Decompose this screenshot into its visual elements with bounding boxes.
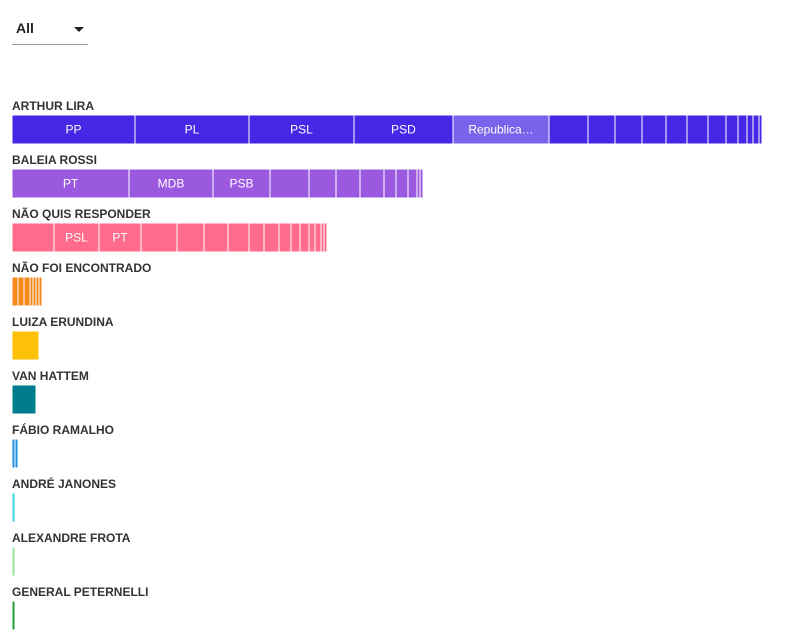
candidate-label: FÁBIO RAMALHO — [12, 422, 114, 437]
bar-segment[interactable] — [299, 222, 310, 253]
bar-segment[interactable] — [11, 330, 40, 361]
segment-label: PSB — [229, 177, 253, 191]
candidate-label: ALEXANDRE FROTA — [12, 531, 131, 545]
segment-label: PP — [65, 123, 81, 137]
candidate-label: VAN HATTEM — [12, 369, 89, 383]
candidate-label: BALEIA ROSSI — [12, 153, 97, 167]
bar-segment[interactable] — [737, 114, 748, 145]
segment-label: PSD — [391, 123, 416, 137]
bar-row: FÁBIO RAMALHO — [11, 422, 114, 469]
bar-row: NÃO QUIS RESPONDER PSL PT — [11, 206, 328, 253]
bar-row: NÃO FOI ENCONTRADO — [11, 260, 151, 307]
segment-label: PSL — [65, 231, 88, 245]
bar-segment[interactable] — [641, 114, 667, 145]
bar-segment[interactable] — [335, 168, 361, 199]
bar-segment[interactable] — [395, 168, 409, 199]
bar-segment[interactable] — [419, 168, 424, 199]
bar-segment[interactable] — [548, 114, 589, 145]
bar-segment[interactable] — [707, 114, 727, 145]
segment-label: PT — [112, 231, 128, 245]
bar-segment[interactable] — [269, 168, 310, 199]
bar-row: LUIZA ERUNDINA — [11, 315, 114, 361]
bar-segment[interactable] — [227, 222, 250, 253]
candidate-label: LUIZA ERUNDINA — [12, 315, 114, 329]
segment-label: PT — [63, 177, 79, 191]
bar-row: GENERAL PETERNELLI — [11, 585, 148, 631]
bar-segment[interactable] — [263, 222, 280, 253]
bar-segment[interactable] — [203, 222, 229, 253]
bar-row: ALEXANDRE FROTA — [11, 531, 131, 577]
bar-segment[interactable] — [359, 168, 385, 199]
candidate-label: NÃO FOI ENCONTRADO — [12, 260, 151, 275]
bar-segment[interactable] — [665, 114, 688, 145]
bar-row: ARTHUR LIRA PP PL PSL PSD Republica… — [11, 99, 763, 145]
bar-segment[interactable] — [11, 492, 16, 523]
bar-segment[interactable] — [758, 114, 763, 145]
candidate-label: GENERAL PETERNELLI — [12, 585, 148, 599]
segment-label: PSL — [290, 123, 313, 137]
bar-segment[interactable] — [308, 222, 316, 253]
bar-segment[interactable] — [176, 222, 205, 253]
candidate-label: ARTHUR LIRA — [12, 99, 94, 113]
segment-label: PL — [185, 123, 200, 137]
segment-label: Republica… — [468, 123, 533, 137]
bar-segment[interactable] — [11, 384, 37, 415]
bar-segment[interactable] — [323, 222, 328, 253]
bar-segment[interactable] — [11, 546, 16, 577]
candidate-label: ANDRÉ JANONES — [12, 476, 116, 491]
bar-segment[interactable] — [314, 222, 322, 253]
bar-row: BALEIA ROSSI PT MDB PSB — [11, 153, 424, 199]
bar-segment[interactable] — [746, 114, 754, 145]
bar-segment[interactable] — [686, 114, 709, 145]
bar-segment[interactable] — [752, 114, 760, 145]
bar-segment[interactable] — [725, 114, 739, 145]
bar-row: VAN HATTEM — [11, 369, 89, 415]
bar-segment[interactable] — [383, 168, 397, 199]
bar-segment[interactable] — [38, 276, 43, 307]
bar-segment[interactable] — [290, 222, 301, 253]
bar-segment[interactable] — [407, 168, 418, 199]
bar-segment[interactable] — [17, 276, 25, 307]
bar-segment[interactable] — [11, 276, 19, 307]
bar-row: ANDRÉ JANONES — [11, 476, 116, 523]
bar-segment[interactable] — [308, 168, 337, 199]
bar-segment[interactable] — [23, 276, 31, 307]
bar-segment[interactable] — [587, 114, 616, 145]
bar-segment[interactable] — [614, 114, 643, 145]
bar-segment[interactable] — [248, 222, 265, 253]
stacked-bar-chart: ARTHUR LIRA PP PL PSL PSD Republica… BALEIA RO… — [11, 99, 763, 631]
bar-segment[interactable] — [140, 222, 178, 253]
bar-segment[interactable] — [278, 222, 292, 253]
bar-segment[interactable] — [11, 600, 16, 631]
segment-label: MDB — [158, 177, 185, 191]
bar-segment[interactable] — [14, 438, 19, 469]
bar-segment[interactable] — [11, 222, 55, 253]
candidate-label: NÃO QUIS RESPONDER — [12, 206, 151, 221]
